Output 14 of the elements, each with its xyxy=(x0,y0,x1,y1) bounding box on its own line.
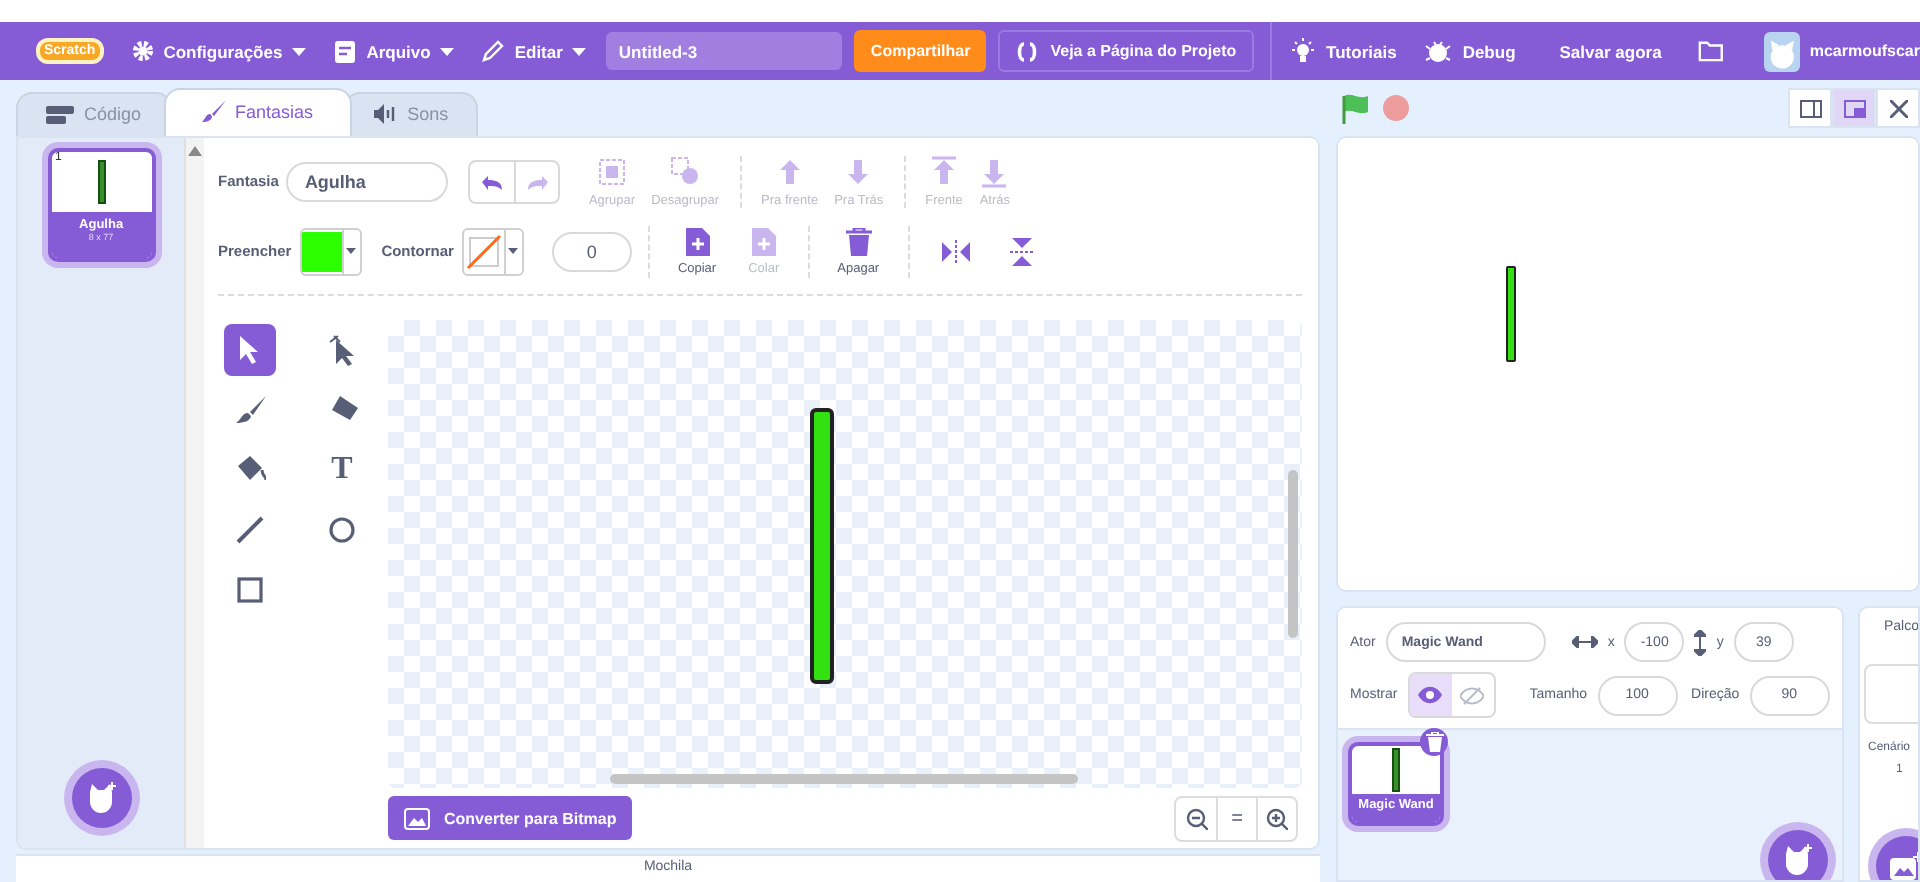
editor-tab[interactable]: Fantasias xyxy=(163,87,352,136)
convert-bitmap-button[interactable]: Converter para Bitmap xyxy=(388,796,633,841)
project-page-button[interactable]: Veja a Página do Projeto xyxy=(998,30,1255,72)
username[interactable]: mcarmoufscar xyxy=(1809,42,1920,60)
save-now-button[interactable]: Salvar agora xyxy=(1559,41,1662,61)
debug-button[interactable]: Debug xyxy=(1424,37,1516,65)
tutorials-button[interactable]: Tutoriais xyxy=(1290,38,1397,64)
menu-item[interactable]: Arquivo xyxy=(334,39,455,63)
menu-item[interactable]: Editar xyxy=(482,40,587,62)
outline-width-field[interactable]: 0 xyxy=(551,231,632,272)
project-title-field[interactable]: Untitled-3 xyxy=(606,32,843,70)
paint-tool[interactable]: T xyxy=(316,443,368,496)
menu-item[interactable]: Configurações xyxy=(131,40,307,62)
costume-name-field[interactable]: Agulha xyxy=(286,161,449,202)
